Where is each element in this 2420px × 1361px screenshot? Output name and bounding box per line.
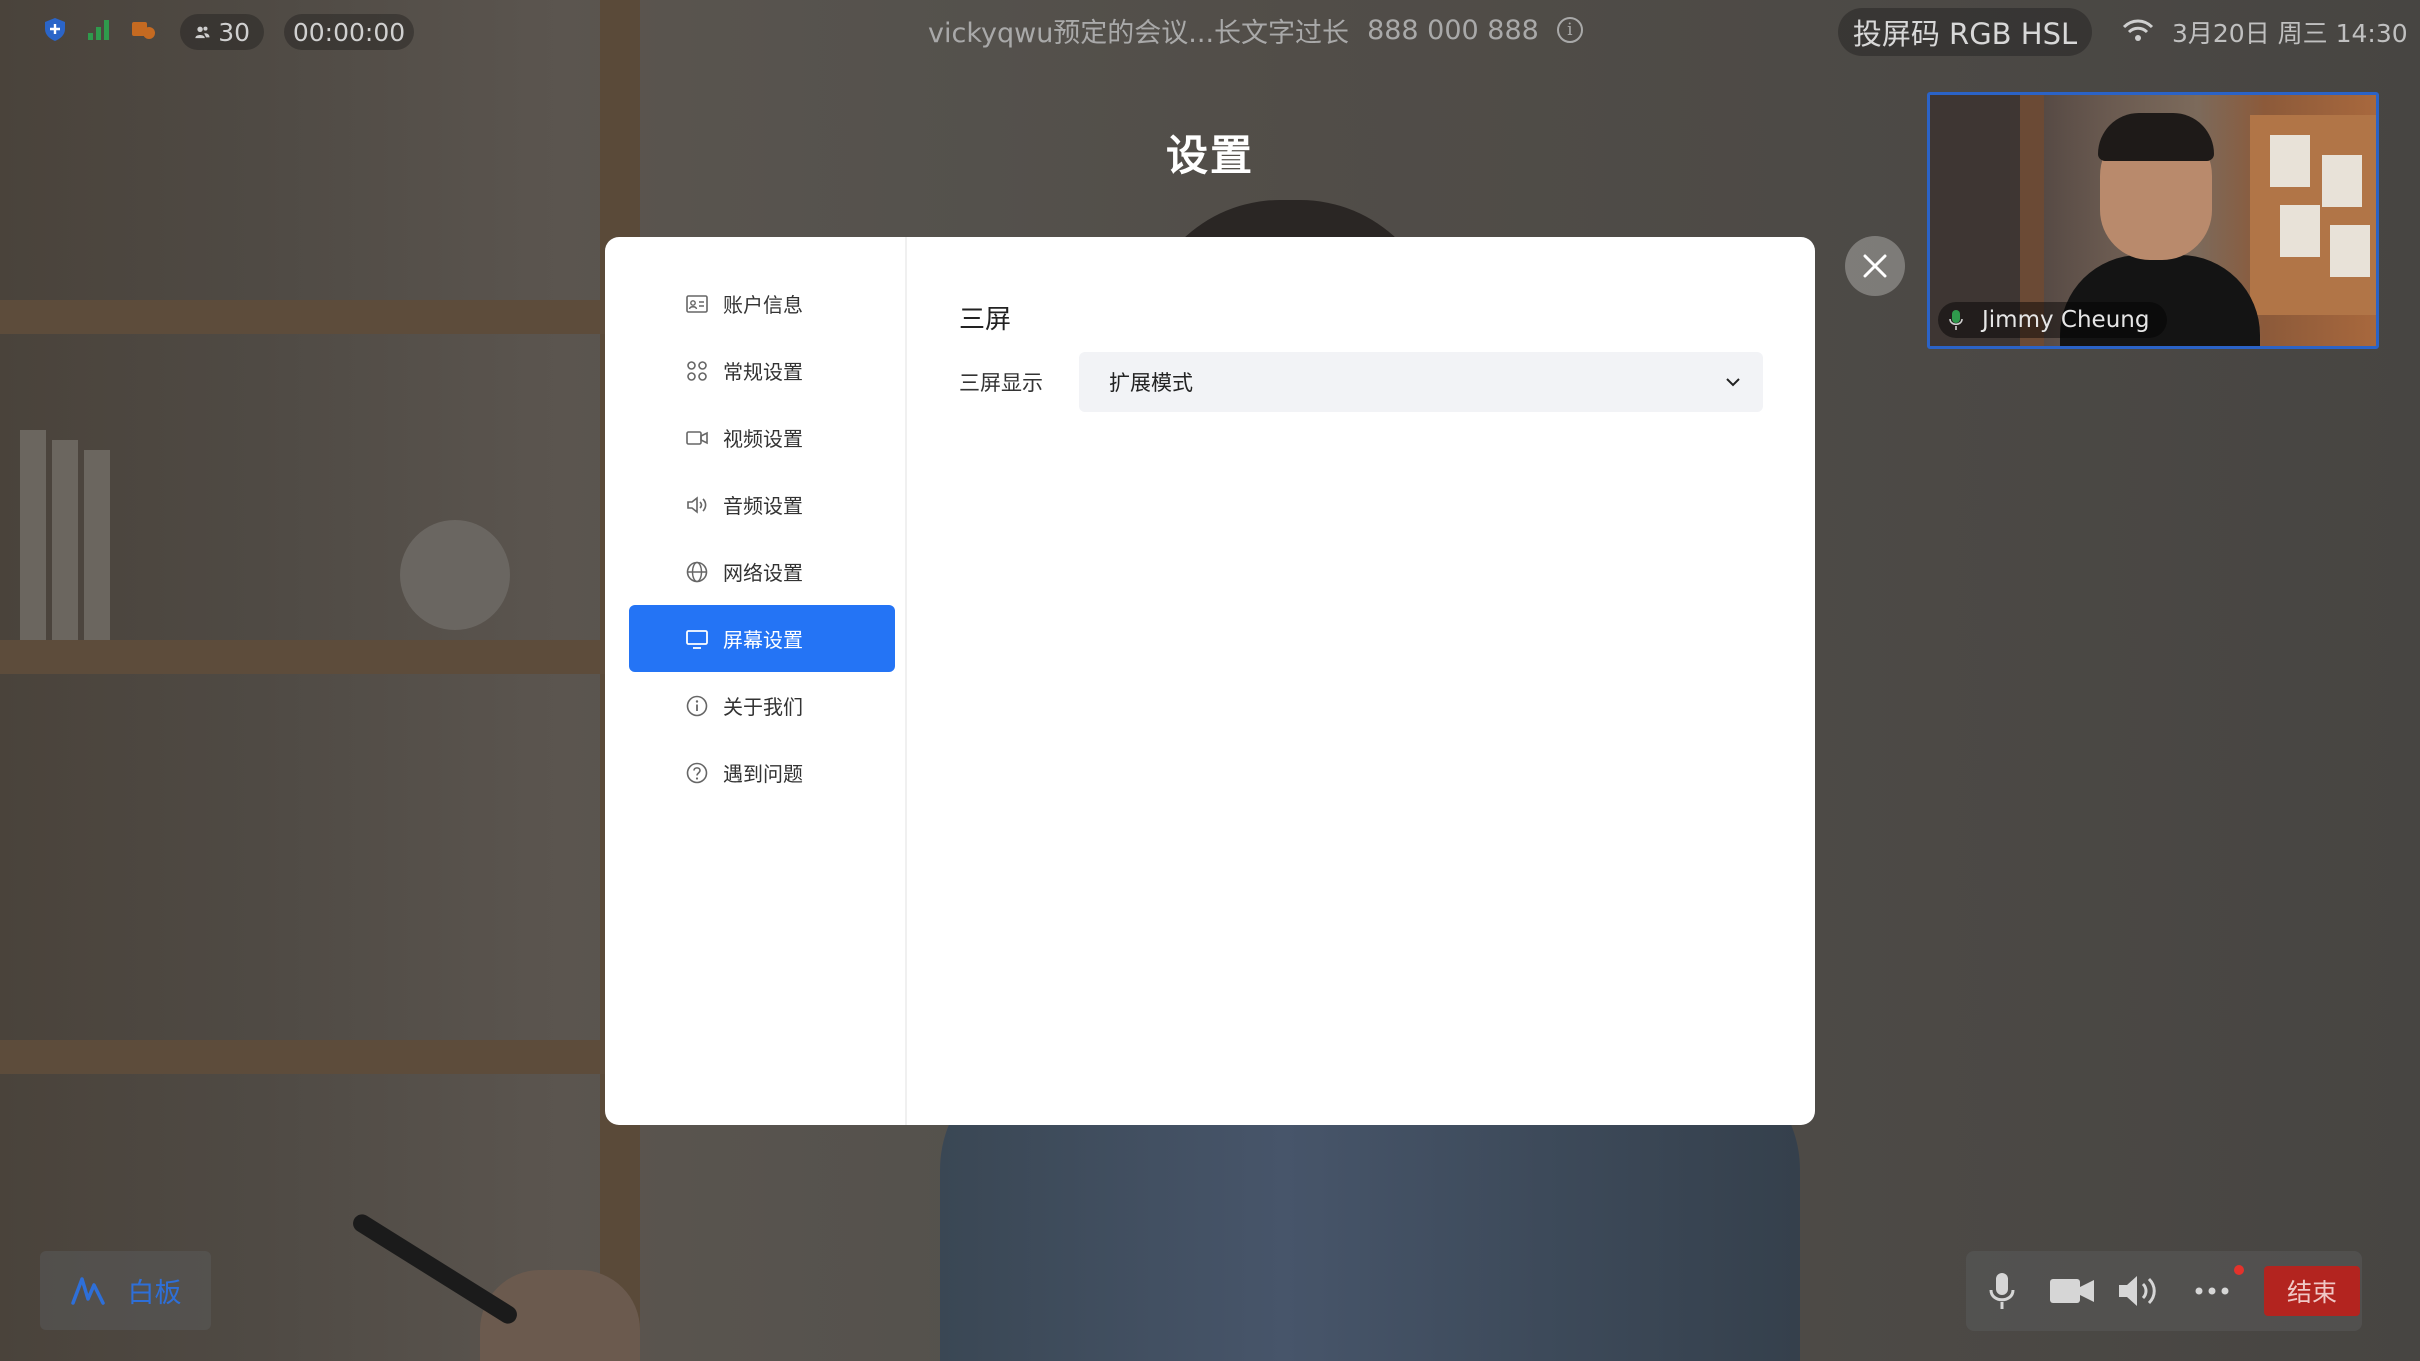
nav-label: 关于我们 [723,695,803,719]
shelf [0,640,620,674]
triple-screen-select[interactable]: 扩展模式 [1079,352,1763,412]
video-camera-icon [2050,1279,2094,1303]
tile-paper [2330,225,2370,277]
more-button[interactable] [2190,1269,2234,1313]
nav-label: 账户信息 [723,293,803,317]
speaker-icon [687,495,707,514]
grid-icon [687,360,707,381]
microphone-button[interactable] [1980,1269,2024,1313]
meeting-id: 888 000 888 [1367,14,1539,46]
field-label: 三屏显示 [959,371,1043,395]
participant-count: 30 [218,17,250,47]
settings-sidebar: 账户信息 常规设置 视频设置 音频设置 网络设置 屏幕设置 关于我们 遇到问题 [605,237,907,1125]
nav-label: 网络设置 [723,561,803,585]
mic-icon [1949,310,1963,330]
tile-paper [2280,205,2320,257]
clock [400,520,510,630]
participants-icon [195,26,210,39]
participant-name: Jimmy Cheung [1982,307,2150,333]
timer-text: 00:00:00 [292,17,406,47]
meeting-title: vickyqwu预定的会议...长文字过长 [928,17,1350,49]
nav-item-screen[interactable]: 屏幕设置 [629,605,895,672]
nav-item-general[interactable]: 常规设置 [629,337,895,404]
shield-icon [45,18,65,41]
participant-name-label: Jimmy Cheung [1938,302,2168,338]
datetime: 3月20日 周三 14:30 [2172,19,2408,48]
tile-person-hair [2098,113,2214,161]
meeting-info-icon[interactable]: i [1556,17,1583,43]
monitor-icon [686,629,708,649]
shelf [0,300,620,334]
nav-item-about[interactable]: 关于我们 [629,672,895,739]
cast-code-badge: 投屏码 RGB HSL [1838,8,2092,56]
nav-item-network[interactable]: 网络设置 [629,538,895,605]
participant-pill[interactable]: 30 [180,14,264,50]
settings-content: 三屏 三屏显示 扩展模式 [907,237,1815,1125]
record-icon [132,22,155,39]
notification-dot [2234,1265,2244,1275]
end-meeting-button[interactable]: 结束 [2264,1266,2360,1316]
tile-paper [2270,135,2310,187]
end-label: 结束 [2286,1278,2337,1307]
select-value: 扩展模式 [1109,371,1193,395]
video-tile[interactable]: Jimmy Cheung [1927,92,2379,349]
video-camera-icon [686,430,708,445]
microphone-icon [1989,1273,2015,1309]
shelf [0,1040,620,1074]
more-dots-icon [2195,1287,2229,1295]
globe-icon [686,561,708,582]
book [20,430,46,640]
whiteboard-pen-icon [70,1276,105,1305]
nav-item-account[interactable]: 账户信息 [629,270,895,337]
speaker-volume-icon [2119,1276,2156,1306]
call-controls: 结束 [1966,1251,2362,1331]
account-card-icon [686,294,708,313]
meeting-title-bar[interactable]: vickyqwu预定的会议...长文字过长 888 000 888 i [928,12,1583,49]
book [84,450,110,640]
nav-label: 音频设置 [723,494,803,518]
pen [349,1211,521,1327]
settings-modal: 账户信息 常规设置 视频设置 音频设置 网络设置 屏幕设置 关于我们 遇到问题 … [605,237,1815,1125]
status-bar: 30 00:00:00 vickyqwu预定的会议...长文字过长 888 00… [0,0,2420,62]
nav-label: 遇到问题 [723,762,803,786]
whiteboard-label: 白板 [127,1278,182,1309]
nav-label: 视频设置 [723,427,803,451]
info-icon [686,695,708,716]
nav-label: 屏幕设置 [723,628,803,652]
meeting-timer: 00:00:00 [284,14,414,50]
speaker-button[interactable] [2116,1269,2164,1313]
whiteboard-button[interactable]: 白板 [40,1251,211,1330]
camera-button[interactable] [2048,1269,2096,1313]
wifi-icon [2122,19,2154,41]
nav-item-audio[interactable]: 音频设置 [629,471,895,538]
nav-item-help[interactable]: 遇到问题 [629,739,895,806]
book [52,440,78,640]
tile-paper [2322,155,2362,207]
close-button[interactable] [1845,236,1905,296]
close-icon [1863,254,1887,278]
chevron-down-icon [1726,378,1740,387]
section-title: 三屏 [959,305,1012,335]
question-icon [686,762,708,783]
signal-icon [88,20,109,40]
nav-item-video[interactable]: 视频设置 [629,404,895,471]
cast-code-text: 投屏码 RGB HSL [1852,17,2078,51]
nav-label: 常规设置 [723,360,803,384]
